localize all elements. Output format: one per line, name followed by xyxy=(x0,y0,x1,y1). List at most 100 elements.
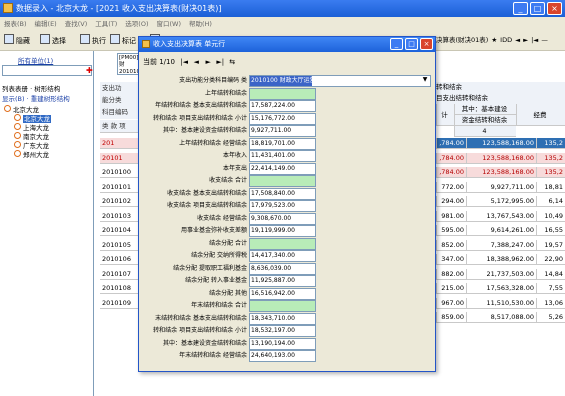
nav-button[interactable]: ⇆ xyxy=(227,57,237,68)
report-cell[interactable]: 13,767,543.00 xyxy=(466,210,536,222)
unit-search-input[interactable] xyxy=(2,65,92,76)
subject-code-cell[interactable]: 2010104 xyxy=(100,225,138,236)
nav-button[interactable]: |◄ xyxy=(179,57,189,68)
field-value-input[interactable]: 17,979,523.00 xyxy=(249,200,316,212)
field-value-input[interactable]: 15,176,772.00 xyxy=(249,112,316,125)
report-cell[interactable]: 9,927,711.00 xyxy=(466,181,536,193)
subject-code-cell[interactable]: 201 xyxy=(100,138,138,149)
field-value-input[interactable]: 9,927,711.00 xyxy=(249,125,316,137)
menu-item[interactable]: 报表(B) xyxy=(4,20,27,28)
nav-button[interactable]: ► xyxy=(203,57,213,68)
dialog-close-button[interactable]: × xyxy=(420,38,433,50)
nav-button[interactable]: ◄ xyxy=(191,57,201,68)
report-cell[interactable]: ,784.00 xyxy=(436,138,466,149)
report-cell[interactable]: 7,55 xyxy=(536,283,565,294)
subject-code-cell[interactable]: 2010100 xyxy=(100,167,138,178)
tree-item[interactable]: 上海大龙 xyxy=(4,123,51,132)
field-value-input[interactable]: 14,417,340.00 xyxy=(249,250,316,262)
nav-button[interactable]: ►| xyxy=(215,57,225,68)
tree-item[interactable]: 广东大龙 xyxy=(4,141,51,150)
subject-code-cell[interactable]: 2010102 xyxy=(100,196,138,207)
report-cell[interactable]: 859.00 xyxy=(436,312,466,323)
menu-item[interactable]: 工具(T) xyxy=(95,20,117,28)
subject-code-cell[interactable]: 2010106 xyxy=(100,254,138,265)
report-cell[interactable]: 967.00 xyxy=(436,297,466,309)
subject-code-cell[interactable]: 2010109 xyxy=(100,298,138,309)
report-cell[interactable]: 11,510,530.00 xyxy=(466,297,536,309)
maximize-button[interactable]: □ xyxy=(530,2,545,15)
menu-item[interactable]: 窗口(W) xyxy=(157,20,182,28)
report-toolbar-item[interactable]: ► xyxy=(523,36,528,44)
report-cell[interactable]: 215.00 xyxy=(436,283,466,294)
report-cell[interactable]: 981.00 xyxy=(436,210,466,222)
report-cell[interactable]: 5,172,995.00 xyxy=(466,196,536,207)
report-cell[interactable]: ,784.00 xyxy=(436,152,466,164)
mark-button[interactable]: 标记 xyxy=(110,34,136,48)
report-toolbar-item[interactable]: IDD xyxy=(500,36,512,44)
report-cell[interactable]: 882.00 xyxy=(436,268,466,280)
tree-item[interactable]: 北京大龙 xyxy=(4,105,51,114)
hide-button[interactable]: 隐藏 xyxy=(4,34,30,48)
field-value-input[interactable]: 16,516,942.00 xyxy=(249,287,316,300)
report-cell[interactable]: 135,2 xyxy=(536,152,565,164)
menu-item[interactable]: 选项(O) xyxy=(125,20,148,28)
field-value-input[interactable]: 9,308,670.00 xyxy=(249,212,316,225)
minimize-button[interactable]: _ xyxy=(513,2,528,15)
field-value-input[interactable]: 22,414,149.00 xyxy=(249,162,316,175)
field-value-input[interactable]: 19,119,999.00 xyxy=(249,225,316,237)
report-toolbar-item[interactable]: ★ xyxy=(491,36,497,44)
report-cell[interactable]: 8,517,088.00 xyxy=(466,312,536,323)
tree-actions[interactable]: 显示(B) · 重建树形结构 xyxy=(2,93,70,103)
dialog-maximize-button[interactable]: □ xyxy=(405,38,418,50)
report-cell[interactable]: 135,2 xyxy=(536,167,565,178)
report-cell[interactable]: 6,14 xyxy=(536,196,565,207)
view-tabs[interactable]: 列表表册 · 树形结构 xyxy=(2,83,60,93)
field-value-input[interactable] xyxy=(249,300,316,312)
field-value-input[interactable]: 17,508,840.00 xyxy=(249,187,316,200)
report-cell[interactable]: 19,57 xyxy=(536,239,565,251)
report-cell[interactable]: 5,26 xyxy=(536,312,565,323)
report-cell[interactable]: 294.00 xyxy=(436,196,466,207)
report-cell[interactable]: 22,90 xyxy=(536,254,565,265)
field-value-input[interactable]: 11,925,887.00 xyxy=(249,275,316,287)
field-value-input[interactable]: 13,190,194.00 xyxy=(249,337,316,350)
chevron-down-icon[interactable]: ▼ xyxy=(421,76,429,84)
field-value-input[interactable]: 24,640,193.00 xyxy=(249,350,316,362)
field-value-input[interactable] xyxy=(249,87,316,100)
report-cell[interactable]: 13,06 xyxy=(536,297,565,309)
report-cell[interactable]: 852.00 xyxy=(436,239,466,251)
field-value-input[interactable]: 18,343,710.00 xyxy=(249,312,316,325)
subject-code-cell[interactable]: 2010108 xyxy=(100,283,138,294)
report-toolbar-item[interactable]: — xyxy=(541,36,548,44)
report-cell[interactable]: 21,737,503.00 xyxy=(466,268,536,280)
report-toolbar-item[interactable]: 决算表(财决01表) xyxy=(436,36,488,44)
field-value-input[interactable]: 17,587,224.00 xyxy=(249,100,316,112)
report-cell[interactable]: 772.00 xyxy=(436,181,466,193)
subject-code-cell[interactable]: 2010103 xyxy=(100,211,138,222)
menu-item[interactable]: 查找(V) xyxy=(65,20,88,28)
field-value-input[interactable]: 18,819,701.00 xyxy=(249,137,316,150)
menu-item[interactable]: 帮助(H) xyxy=(189,20,212,28)
subject-code-cell[interactable]: 2010101 xyxy=(100,182,138,193)
report-cell[interactable]: 14,84 xyxy=(536,268,565,280)
close-button[interactable]: × xyxy=(547,2,562,15)
report-cell[interactable]: 18,388,962.00 xyxy=(466,254,536,265)
report-cell[interactable]: 595.00 xyxy=(436,225,466,236)
report-cell[interactable]: 123,588,168.00 xyxy=(466,138,536,149)
report-cell[interactable]: 10,49 xyxy=(536,210,565,222)
subject-code-combo[interactable]: 2010100 财政大厅运营 ▼ xyxy=(249,75,431,87)
report-cell[interactable]: 18,81 xyxy=(536,181,565,193)
report-toolbar-item[interactable]: ◄ xyxy=(515,36,520,44)
report-cell[interactable]: ,784.00 xyxy=(436,167,466,178)
select-button[interactable]: 选择 xyxy=(40,34,66,48)
report-cell[interactable]: 9,614,261.00 xyxy=(466,225,536,236)
subject-code-cell[interactable]: 20101 xyxy=(100,152,138,164)
field-value-input[interactable]: 8,636,039.00 xyxy=(249,262,316,275)
tree-item[interactable]: 北京大龙 xyxy=(4,114,51,123)
pin-icon[interactable]: ✚ xyxy=(86,65,93,76)
execute-button[interactable]: 执行 xyxy=(80,34,106,48)
report-cell[interactable]: 135,2 xyxy=(536,138,565,149)
field-value-input[interactable]: 11,431,401.00 xyxy=(249,150,316,162)
field-value-input[interactable]: 18,532,197.00 xyxy=(249,325,316,337)
menu-item[interactable]: 编辑(E) xyxy=(35,20,57,28)
